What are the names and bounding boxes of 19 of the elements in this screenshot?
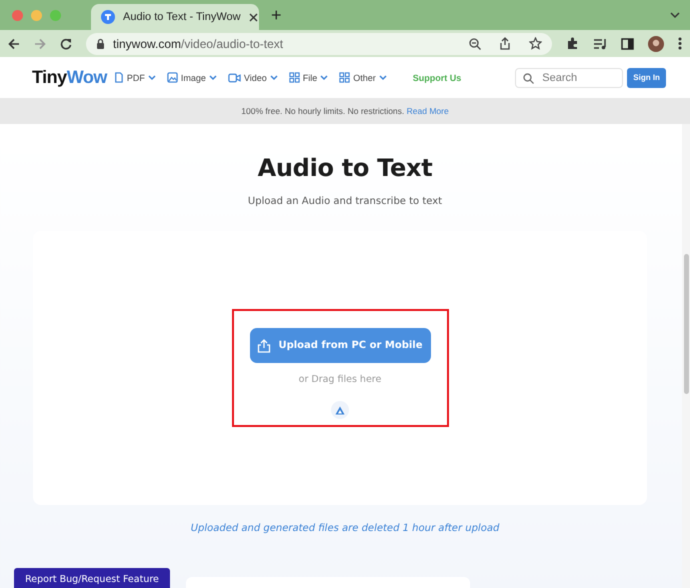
logo[interactable]: TinyWow <box>32 67 107 88</box>
sign-in-button[interactable]: Sign In <box>627 68 666 88</box>
nav-menu[interactable]: File <box>288 72 328 83</box>
address-bar[interactable]: tinywow.com/video/audio-to-text <box>86 32 552 54</box>
page-title: Audio to Text <box>256 153 434 182</box>
url-text: tinywow.com/video/audio-to-text <box>113 36 284 50</box>
banner-text: 100% free. No hourly limits. No restrictions. <box>241 106 406 116</box>
nav-menu[interactable]: Other <box>339 72 387 83</box>
tab-title: Audio to Text - TinyWow <box>123 11 241 23</box>
report-bug-button[interactable]: Report Bug/Request Feature <box>14 568 170 588</box>
search-field[interactable]: Search <box>515 68 624 88</box>
drag-hint: or Drag files here <box>298 374 382 385</box>
nav-menu[interactable]: PDF <box>112 72 156 83</box>
deletion-note: Uploaded and generated files are deleted 1 hour after upload <box>190 523 500 534</box>
nav-menu[interactable]: Image <box>166 72 217 83</box>
nav-menu[interactable]: Video <box>228 72 278 82</box>
new-tab-button[interactable]: + <box>267 4 286 26</box>
browser-tab[interactable]: Audio to Text - TinyWow <box>91 4 259 30</box>
page-subtitle: Upload an Audio and transcribe to text <box>246 196 444 207</box>
